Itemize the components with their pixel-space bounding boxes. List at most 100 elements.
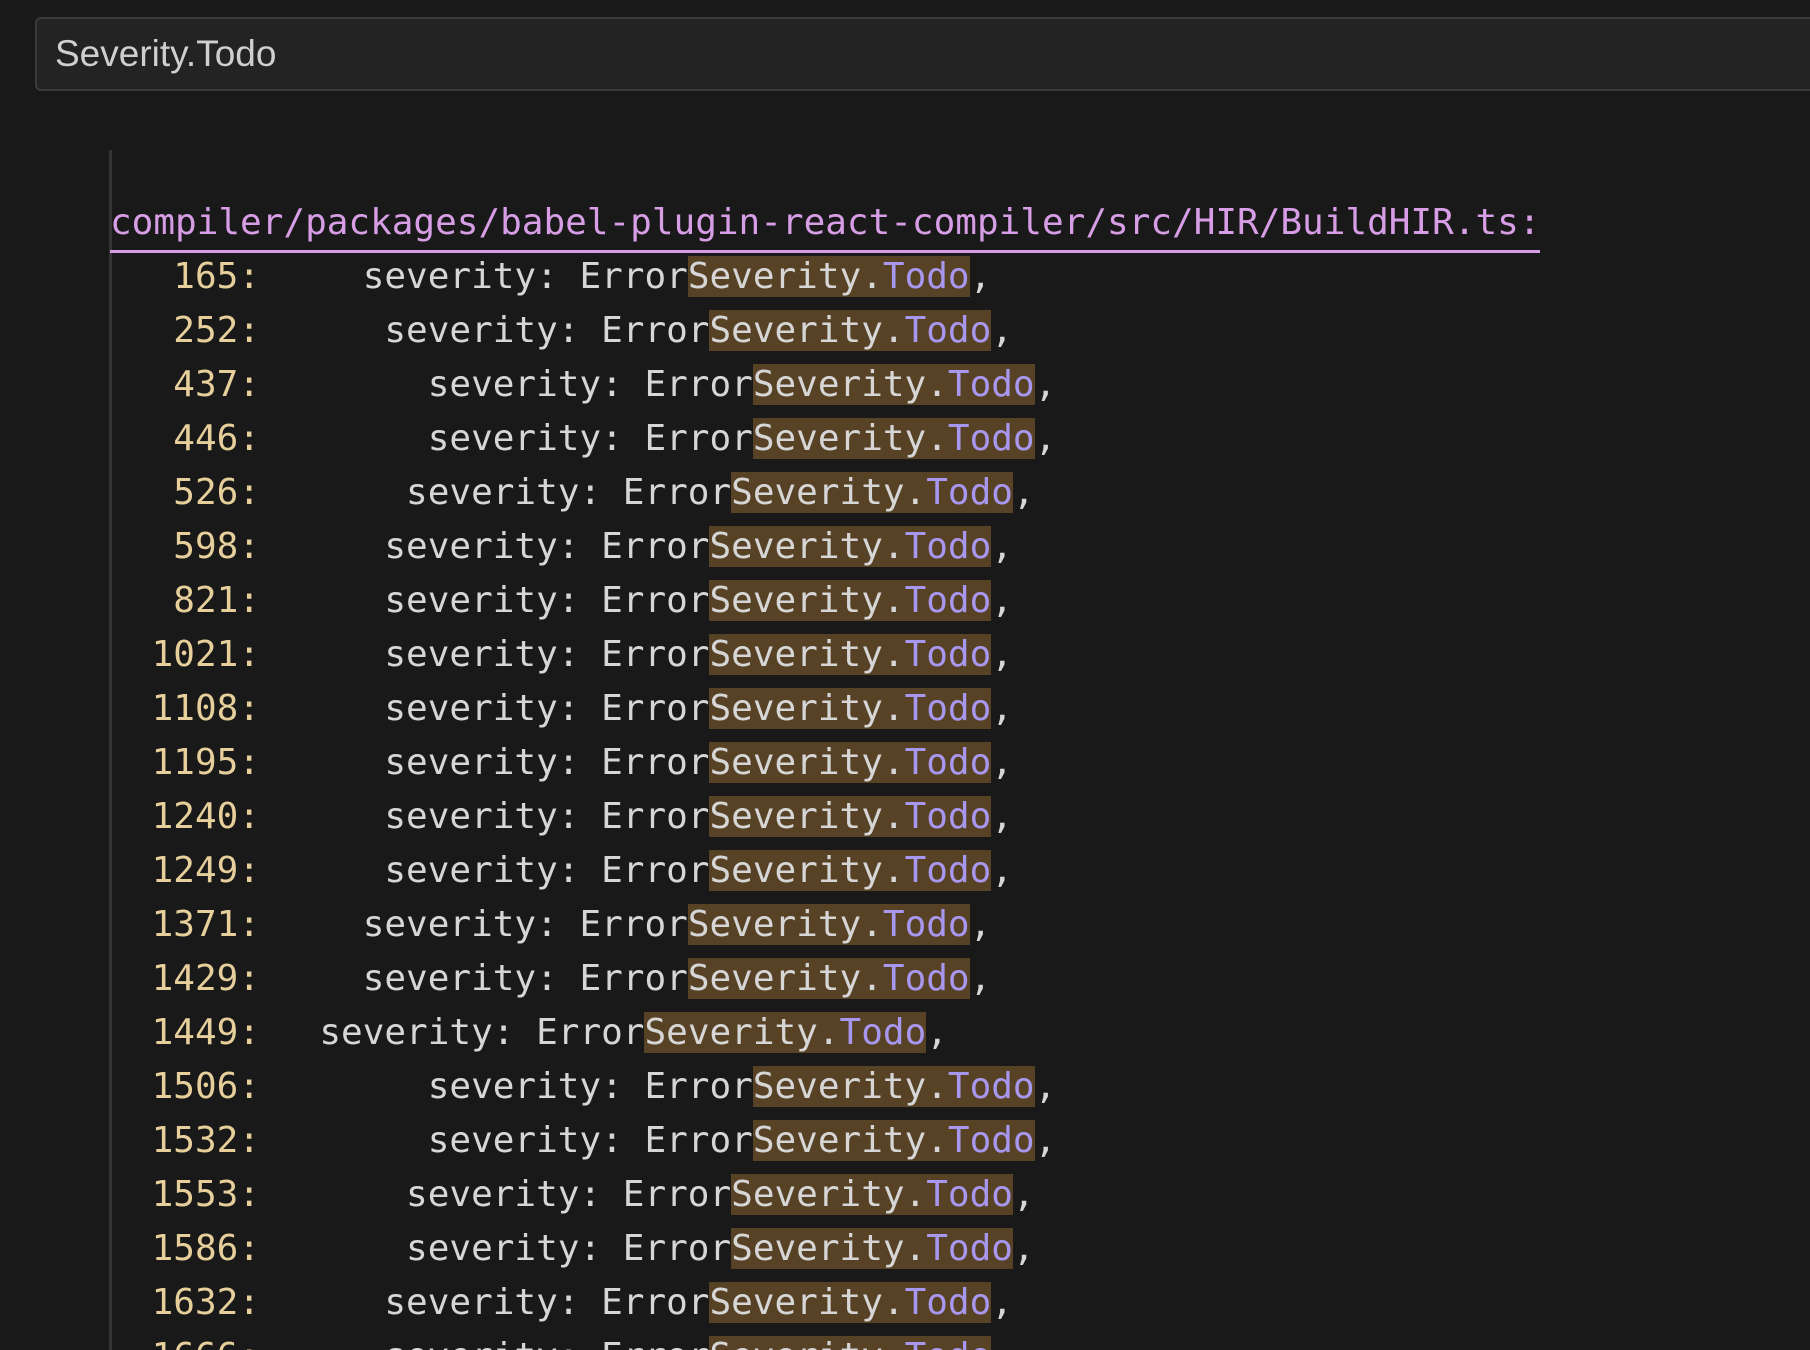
search-input[interactable]: [55, 19, 1755, 89]
result-line[interactable]: 1506: severity: ErrorSeverity.Todo,: [0, 1060, 1810, 1114]
match-highlight: Severity.Todo: [709, 634, 992, 675]
match-text: Severity.: [709, 634, 905, 675]
match-member: Todo: [882, 904, 970, 945]
code-text: severity: ErrorSeverity.Todo,: [276, 682, 1013, 736]
line-number: 252:: [173, 310, 260, 351]
match-highlight: Severity.Todo: [752, 418, 1035, 459]
code-prefix: severity: Error: [384, 580, 710, 621]
result-line[interactable]: 446: severity: ErrorSeverity.Todo,: [0, 412, 1810, 466]
match-text: Severity.: [709, 526, 905, 567]
match-text: Severity.: [709, 688, 905, 729]
result-line[interactable]: 252: severity: ErrorSeverity.Todo,: [0, 304, 1810, 358]
match-text: Severity.: [709, 742, 905, 783]
code-suffix: ,: [991, 526, 1013, 567]
code-text: severity: ErrorSeverity.Todo,: [276, 1330, 1013, 1350]
code-suffix: ,: [991, 1282, 1013, 1323]
code-text: severity: ErrorSeverity.Todo,: [276, 736, 1013, 790]
line-number: 821:: [173, 580, 260, 621]
result-line[interactable]: 598: severity: ErrorSeverity.Todo,: [0, 520, 1810, 574]
result-line[interactable]: 437: severity: ErrorSeverity.Todo,: [0, 358, 1810, 412]
match-member: Todo: [905, 1336, 992, 1350]
code-suffix: ,: [969, 256, 992, 297]
code-suffix: ,: [1012, 472, 1035, 513]
match-member: Todo: [904, 580, 992, 621]
result-line[interactable]: 1108: severity: ErrorSeverity.Todo,: [0, 682, 1810, 736]
line-number: 598:: [173, 526, 260, 567]
match-highlight: Severity.Todo: [709, 580, 992, 621]
code-prefix: severity: Error: [427, 1066, 753, 1107]
code-text: severity: ErrorSeverity.Todo,: [276, 1114, 1056, 1168]
match-text: Severity.: [752, 418, 948, 459]
code-prefix: severity: Error: [427, 418, 753, 459]
code-suffix: ,: [991, 310, 1013, 351]
code-prefix: severity: Error: [406, 1228, 732, 1269]
result-line[interactable]: 1429: severity: ErrorSeverity.Todo,: [0, 952, 1810, 1006]
result-line[interactable]: 1666: severity: ErrorSeverity.Todo,: [0, 1330, 1810, 1350]
line-number: 1666:: [110, 1330, 260, 1350]
code-suffix: ,: [1012, 1174, 1035, 1215]
match-member: Todo: [926, 472, 1013, 513]
result-line[interactable]: 1021: severity: ErrorSeverity.Todo,: [0, 628, 1810, 682]
result-line[interactable]: 1449: severity: ErrorSeverity.Todo,: [0, 1006, 1810, 1060]
code-prefix: severity: Error: [362, 958, 688, 999]
code-text: severity: ErrorSeverity.Todo,: [276, 790, 1013, 844]
match-text: Severity.: [709, 796, 905, 837]
result-line[interactable]: 821: severity: ErrorSeverity.Todo,: [0, 574, 1810, 628]
code-prefix: severity: Error: [384, 742, 710, 783]
code-suffix: ,: [991, 850, 1013, 891]
result-line[interactable]: 1553: severity: ErrorSeverity.Todo,: [0, 1168, 1810, 1222]
code-prefix: severity: Error: [406, 1174, 732, 1215]
file-path-link[interactable]: compiler/packages/babel-plugin-react-com…: [110, 196, 1541, 253]
code-suffix: ,: [991, 796, 1013, 837]
match-member: Todo: [904, 310, 992, 351]
match-text: Severity.: [687, 904, 883, 945]
result-line[interactable]: 1586: severity: ErrorSeverity.Todo,: [0, 1222, 1810, 1276]
result-line[interactable]: 1249: severity: ErrorSeverity.Todo,: [0, 844, 1810, 898]
match-member: Todo: [947, 1120, 1035, 1161]
match-highlight: Severity.Todo: [709, 1282, 992, 1323]
result-line[interactable]: 1240: severity: ErrorSeverity.Todo,: [0, 790, 1810, 844]
match-highlight: Severity.Todo: [709, 850, 992, 891]
result-line[interactable]: 1371: severity: ErrorSeverity.Todo,: [0, 898, 1810, 952]
result-line[interactable]: 526: severity: ErrorSeverity.Todo,: [0, 466, 1810, 520]
match-member: Todo: [904, 634, 992, 675]
match-member: Todo: [882, 256, 970, 297]
code-text: severity: ErrorSeverity.Todo,: [276, 844, 1013, 898]
code-text: severity: ErrorSeverity.Todo,: [276, 520, 1013, 574]
match-text: Severity.: [709, 1336, 904, 1350]
match-member: Todo: [904, 742, 992, 783]
match-member: Todo: [947, 364, 1035, 405]
result-lines: 165: severity: ErrorSeverity.Todo, 252: s…: [0, 250, 1810, 1350]
result-line[interactable]: 165: severity: ErrorSeverity.Todo,: [0, 250, 1810, 304]
search-box[interactable]: [35, 17, 1810, 91]
match-highlight: Severity.Todo: [687, 958, 970, 999]
code-suffix: ,: [991, 580, 1013, 621]
code-text: severity: ErrorSeverity.Todo,: [276, 466, 1035, 520]
result-line[interactable]: 1632: severity: ErrorSeverity.Todo,: [0, 1276, 1810, 1330]
code-suffix: ,: [991, 634, 1013, 675]
code-text: severity: ErrorSeverity.Todo,: [276, 304, 1013, 358]
line-number: 1371:: [151, 904, 260, 945]
line-number: 1586:: [151, 1228, 260, 1269]
result-line[interactable]: 1532: severity: ErrorSeverity.Todo,: [0, 1114, 1810, 1168]
code-suffix: ,: [1012, 1228, 1035, 1269]
code-suffix: ,: [991, 742, 1013, 783]
code-suffix: ,: [1034, 418, 1057, 459]
result-line[interactable]: 1195: severity: ErrorSeverity.Todo,: [0, 736, 1810, 790]
match-highlight: Severity.Todo: [709, 1336, 992, 1350]
line-number: 1553:: [151, 1174, 260, 1215]
code-text: severity: ErrorSeverity.Todo,: [276, 952, 991, 1006]
match-text: Severity.: [709, 1282, 905, 1323]
